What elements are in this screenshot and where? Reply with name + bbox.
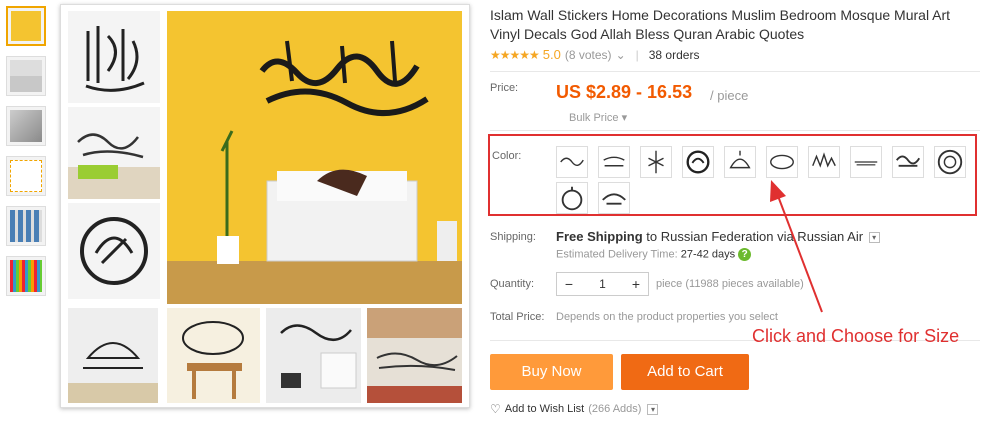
shipping-label: Shipping: — [490, 231, 536, 243]
quantity-increase-button[interactable]: + — [624, 273, 648, 295]
delivery-label: Estimated Delivery Time: — [556, 248, 681, 261]
color-swatch-6[interactable] — [766, 146, 798, 178]
gallery-image-calligraphy-2[interactable] — [68, 107, 160, 199]
quantity-input[interactable]: 1 — [581, 277, 624, 291]
thumbnail-list — [6, 6, 48, 306]
free-shipping-text: Free Shipping — [556, 229, 643, 244]
color-swatch-12[interactable] — [598, 182, 630, 214]
color-swatch-4[interactable] — [682, 146, 714, 178]
color-swatch-10[interactable] — [934, 146, 966, 178]
price-range: US $2.89 - 16.53 — [556, 82, 693, 102]
color-swatch-11[interactable] — [556, 182, 588, 214]
color-swatch-5[interactable] — [724, 146, 756, 178]
delivery-estimate: Estimated Delivery Time: 27-42 days ? — [556, 248, 752, 261]
gallery-image-sofa-scene[interactable] — [266, 308, 361, 403]
product-info-panel: Islam Wall Stickers Home Decorations Mus… — [480, 0, 1000, 422]
quantity-label: Quantity: — [490, 278, 535, 290]
color-swatch-3[interactable] — [640, 146, 672, 178]
annotation-text: Click and Choose for Size — [752, 326, 960, 346]
color-swatch-8[interactable] — [850, 146, 882, 178]
price-unit: / piece — [710, 88, 749, 103]
thumbnail-6[interactable] — [6, 256, 46, 296]
votes-link[interactable]: (8 votes) — [565, 48, 612, 62]
thumbnail-3[interactable] — [6, 106, 46, 146]
gallery-image-oval-calligraphy[interactable] — [167, 308, 260, 403]
color-swatch-9[interactable] — [892, 146, 924, 178]
total-price-label: Total Price: — [490, 311, 545, 323]
quantity-stepper: − 1 + — [556, 272, 649, 296]
quantity-decrease-button[interactable]: − — [557, 273, 581, 295]
total-price-value: Depends on the product properties you se… — [556, 311, 778, 323]
color-selector-highlight: Color: — [488, 134, 977, 216]
color-swatch-7[interactable] — [808, 146, 840, 178]
star-rating-icon: ★★★★★ — [490, 47, 540, 62]
color-swatch-2[interactable] — [598, 146, 630, 178]
wishlist-row[interactable]: ♡ Add to Wish List (266 Adds) ▾ — [490, 402, 659, 416]
gallery-image-mosque-scene[interactable] — [68, 308, 158, 403]
chevron-down-icon[interactable]: ⌄ — [616, 48, 626, 62]
chevron-down-icon[interactable]: ▾ — [868, 232, 880, 244]
price-label: Price: — [490, 82, 519, 94]
thumbnail-1[interactable] — [6, 6, 46, 46]
chevron-down-icon[interactable]: ▾ — [647, 403, 659, 415]
thumbnail-5[interactable] — [6, 206, 46, 246]
pieces-available: piece (11988 pieces available) — [656, 278, 804, 290]
rating-divider: | — [635, 47, 639, 62]
color-label: Color: — [492, 150, 522, 162]
thumbnail-2[interactable] — [6, 56, 46, 96]
shipping-destination: to Russian Federation via Russian Air — [642, 229, 864, 244]
gallery-main-image — [167, 11, 462, 304]
shipping-method[interactable]: Free Shipping to Russian Federation via … — [556, 229, 880, 244]
color-swatch-1[interactable] — [556, 146, 588, 178]
rating-row: ★★★★★ 5.0 (8 votes) ⌄ | 38 orders — [490, 47, 699, 62]
gallery-image-shelf-scene[interactable] — [367, 308, 462, 403]
product-gallery — [60, 4, 470, 408]
wishlist-count: (266 Adds) — [588, 403, 642, 415]
add-to-wishlist-link[interactable]: Add to Wish List — [505, 403, 584, 415]
divider — [490, 71, 980, 72]
rating-score: 5.0 — [542, 47, 561, 62]
bulk-price-dropdown[interactable]: Bulk Price ▾ — [569, 111, 627, 124]
add-to-cart-button[interactable]: Add to Cart — [621, 354, 749, 390]
thumbnail-4[interactable] — [6, 156, 46, 196]
buy-now-button[interactable]: Buy Now — [490, 354, 613, 390]
gallery-image-circle-calligraphy[interactable] — [68, 203, 160, 299]
delivery-days: 27-42 days — [680, 248, 736, 261]
divider — [490, 130, 980, 131]
help-icon[interactable]: ? — [738, 248, 752, 261]
gallery-image-calligraphy-1[interactable] — [68, 11, 160, 103]
orders-count: 38 orders — [648, 47, 700, 62]
product-title: Islam Wall Stickers Home Decorations Mus… — [490, 7, 951, 42]
heart-icon[interactable]: ♡ — [490, 402, 501, 416]
